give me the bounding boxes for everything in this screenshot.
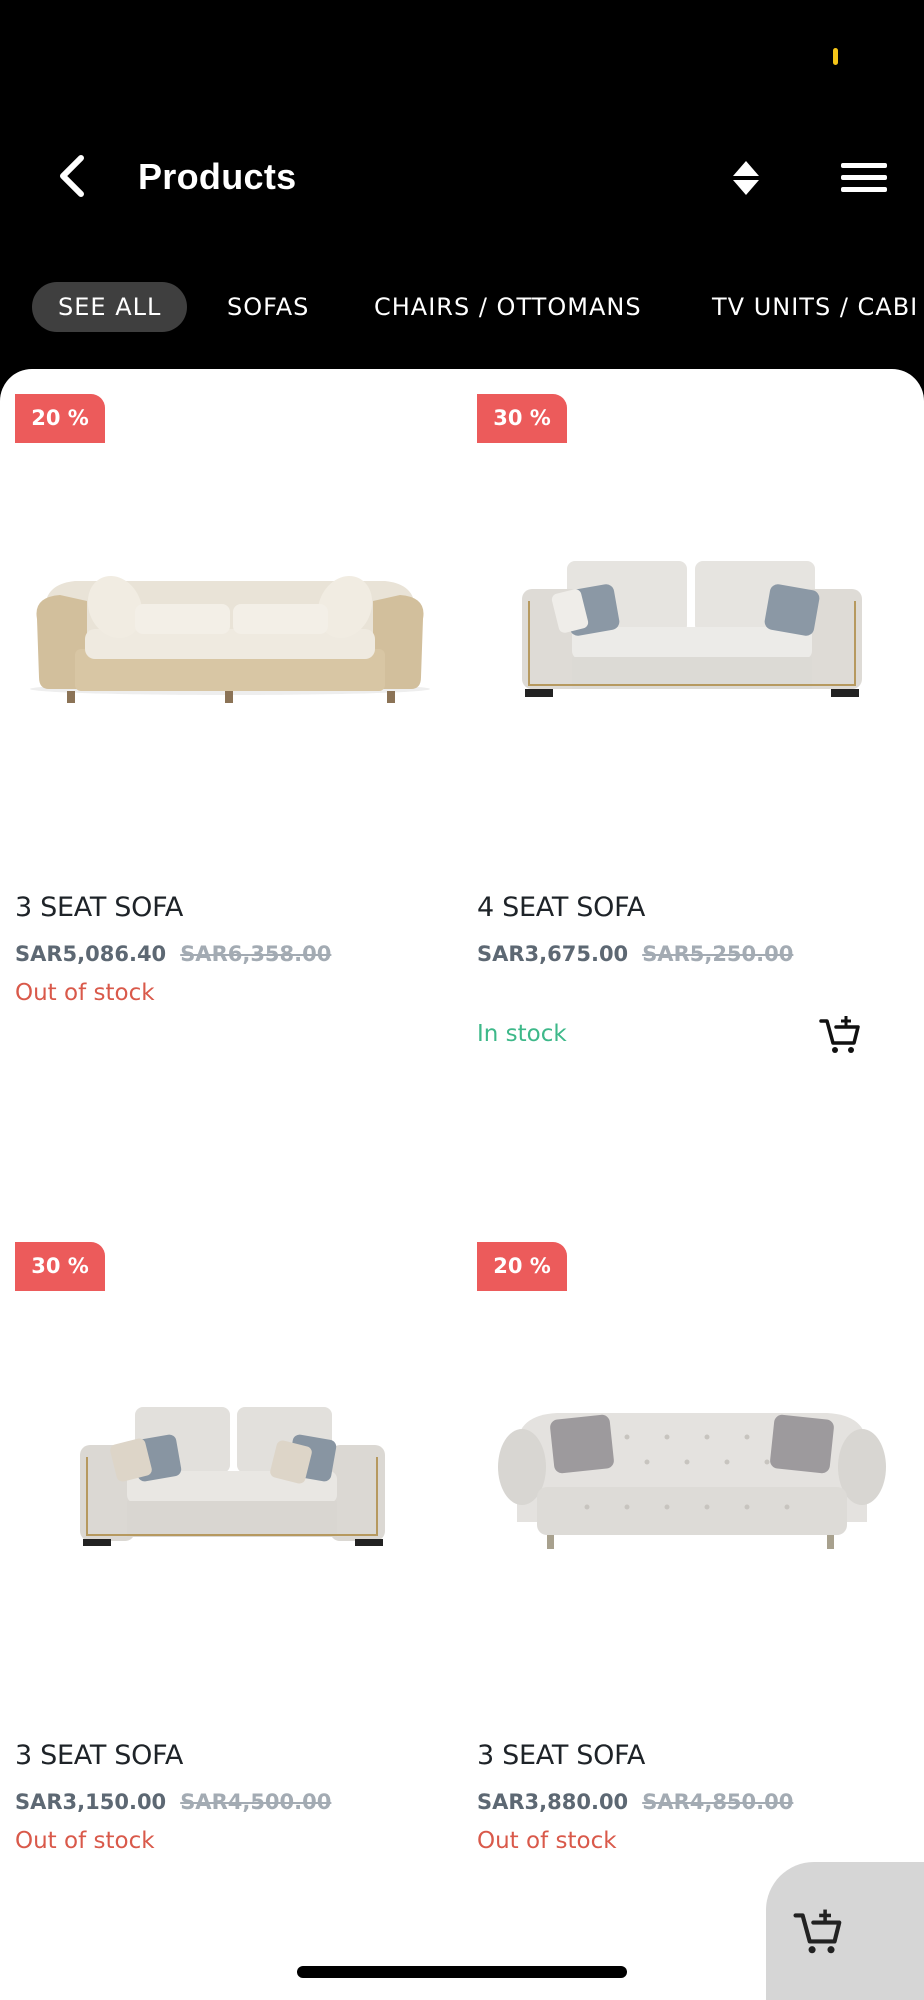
sale-price: SAR3,150.00 <box>15 1790 167 1814</box>
product-card[interactable]: 20 % 3 SEAT SOFA SAR5,086.40 SAR6,358.00 <box>0 369 462 1217</box>
original-price: SAR4,850.00 <box>642 1790 794 1814</box>
tab-see-all[interactable]: SEE ALL <box>32 282 188 332</box>
sort-icon <box>733 161 759 195</box>
product-image <box>522 561 862 697</box>
product-name: 4 SEAT SOFA <box>477 892 646 923</box>
status-indicator <box>833 48 838 65</box>
tab-chairs-ottomans[interactable]: CHAIRS / OTTOMANS <box>374 282 642 332</box>
original-price: SAR6,358.00 <box>180 942 332 966</box>
stock-status: Out of stock <box>15 980 155 1006</box>
discount-badge: 30 % <box>477 394 567 443</box>
add-to-cart-button[interactable] <box>814 1009 866 1061</box>
product-image <box>30 575 430 703</box>
back-button[interactable] <box>44 148 100 204</box>
product-name: 3 SEAT SOFA <box>477 1740 646 1771</box>
sale-price: SAR3,880.00 <box>477 1790 629 1814</box>
sort-button[interactable] <box>722 152 770 204</box>
price-row: SAR3,675.00 SAR5,250.00 <box>477 942 793 966</box>
product-grid: 20 % 3 SEAT SOFA SAR5,086.40 SAR6,358.00 <box>0 369 924 2000</box>
page-title: Products <box>138 156 297 197</box>
hamburger-menu-icon <box>841 163 887 192</box>
original-price: SAR5,250.00 <box>642 942 794 966</box>
products-screen: Products SEE ALL SOFAS CHAIRS / OTTOMANS… <box>0 0 924 2000</box>
price-row: SAR3,150.00 SAR4,500.00 <box>15 1790 331 1814</box>
sale-price: SAR3,675.00 <box>477 942 629 966</box>
add-to-cart-icon <box>793 1909 842 1954</box>
category-tabs: SEE ALL SOFAS CHAIRS / OTTOMANS TV UNITS… <box>0 282 924 334</box>
tab-tv-units[interactable]: TV UNITS / CABI <box>712 282 918 332</box>
stock-status: In stock <box>477 1021 567 1047</box>
product-name: 3 SEAT SOFA <box>15 1740 184 1771</box>
price-row: SAR3,880.00 SAR4,850.00 <box>477 1790 793 1814</box>
stock-status: Out of stock <box>477 1828 617 1854</box>
sale-price: SAR5,086.40 <box>15 942 167 966</box>
menu-button[interactable] <box>836 152 892 204</box>
price-row: SAR5,086.40 SAR6,358.00 <box>15 942 331 966</box>
chevron-left-icon <box>60 155 84 197</box>
original-price: SAR4,500.00 <box>180 1790 332 1814</box>
discount-badge: 30 % <box>15 1242 105 1291</box>
add-to-cart-icon <box>819 1016 860 1053</box>
app-header: Products <box>0 130 924 224</box>
product-card[interactable]: 30 % 4 SEAT SOFA SAR3,675.00 SAR5,250.00 <box>462 369 924 1217</box>
product-image <box>498 1413 886 1549</box>
stock-status: Out of stock <box>15 1828 155 1854</box>
product-image <box>80 1407 385 1546</box>
product-card[interactable]: 30 % 3 SEAT SOFA SAR3,150.00 SAR4,500.00 <box>0 1217 462 2000</box>
discount-badge: 20 % <box>15 394 105 443</box>
cart-button[interactable] <box>766 1862 924 2000</box>
product-name: 3 SEAT SOFA <box>15 892 184 923</box>
home-indicator[interactable] <box>297 1966 627 1978</box>
discount-badge: 20 % <box>477 1242 567 1291</box>
tab-sofas[interactable]: SOFAS <box>227 282 309 332</box>
